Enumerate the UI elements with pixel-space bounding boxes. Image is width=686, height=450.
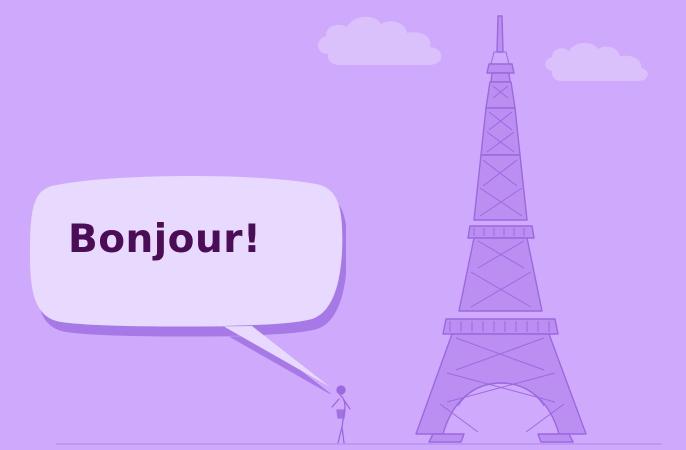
speech-text: Bonjour! (68, 217, 262, 262)
ground-line (56, 443, 662, 445)
eiffel-tower-illustration (415, 15, 587, 443)
person-icon (331, 385, 351, 444)
scene: Bonjour! (0, 0, 686, 450)
speech-bubble (30, 175, 346, 394)
